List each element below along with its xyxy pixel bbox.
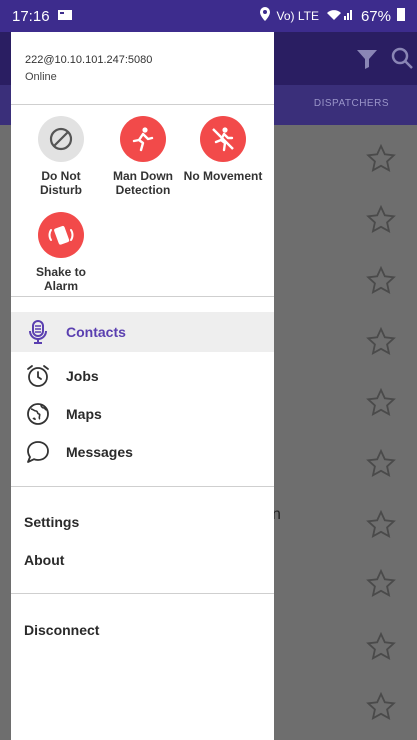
do-not-disturb-icon: [38, 116, 84, 162]
divider: [11, 486, 274, 487]
nav-label-contacts: Contacts: [66, 324, 126, 340]
shake-to-alarm-label: Shake to Alarm: [35, 265, 86, 293]
nav-label-messages: Messages: [66, 444, 133, 460]
star-icon[interactable]: [366, 388, 396, 418]
notification-icon: [57, 8, 72, 25]
no-movement-label: No Movement: [183, 169, 263, 183]
divider: [11, 296, 274, 297]
do-not-disturb-label: Do Not Disturb: [40, 169, 82, 197]
navigation-drawer: 222@10.10.101.247:5080 Online Do Not Dist…: [11, 32, 274, 740]
star-icon[interactable]: [366, 632, 396, 662]
star-icon[interactable]: [366, 449, 396, 479]
nav-item-contacts[interactable]: Contacts: [11, 312, 274, 352]
do-not-disturb-button[interactable]: Do Not Disturb: [19, 116, 103, 197]
nav-label-jobs: Jobs: [66, 368, 99, 384]
no-movement-button[interactable]: No Movement: [181, 116, 265, 183]
battery-percent: 67%: [360, 7, 391, 25]
account-header: 222@10.10.101.247:5080 Online: [11, 32, 274, 104]
star-icon[interactable]: [366, 266, 396, 296]
star-icon[interactable]: [366, 510, 396, 540]
man-down-detection-button[interactable]: Man Down Detection: [101, 116, 185, 197]
man-down-detection-label: Man Down Detection: [113, 169, 173, 197]
nav-label-maps: Maps: [66, 406, 102, 422]
nav-item-jobs[interactable]: Jobs: [11, 356, 274, 396]
account-status: Online: [25, 71, 57, 83]
man-down-icon: [120, 116, 166, 162]
disconnect-button[interactable]: Disconnect: [24, 622, 99, 638]
filter-icon[interactable]: [356, 48, 378, 70]
status-time: 17:16: [12, 7, 50, 25]
shake-to-alarm-button[interactable]: Shake to Alarm: [19, 212, 103, 293]
nav-item-messages[interactable]: Messages: [11, 432, 274, 472]
star-icon[interactable]: [366, 569, 396, 599]
alarm-clock-icon: [27, 365, 49, 387]
shake-icon: [38, 212, 84, 258]
nav-item-maps[interactable]: Maps: [11, 394, 274, 434]
account-address: 222@10.10.101.247:5080: [25, 54, 153, 66]
no-movement-icon: [200, 116, 246, 162]
divider: [11, 104, 274, 105]
settings-link[interactable]: Settings: [24, 514, 79, 530]
tab-dispatchers[interactable]: DISPATCHERS: [314, 98, 389, 109]
star-icon[interactable]: [366, 327, 396, 357]
wifi-signal-icon: [325, 7, 355, 25]
star-icon[interactable]: [366, 692, 396, 722]
status-bar: 17:16 Vo) LTE 67%: [0, 0, 417, 32]
microphone-icon: [29, 320, 47, 344]
location-icon: [259, 7, 271, 25]
about-link[interactable]: About: [24, 552, 64, 568]
volte-badge: Vo) LTE: [276, 9, 319, 23]
battery-icon: [397, 7, 405, 25]
star-icon[interactable]: [366, 144, 396, 174]
star-icon[interactable]: [366, 205, 396, 235]
divider: [11, 593, 274, 594]
globe-icon: [27, 403, 49, 425]
search-icon[interactable]: [390, 46, 414, 70]
chat-bubble-icon: [27, 441, 49, 463]
